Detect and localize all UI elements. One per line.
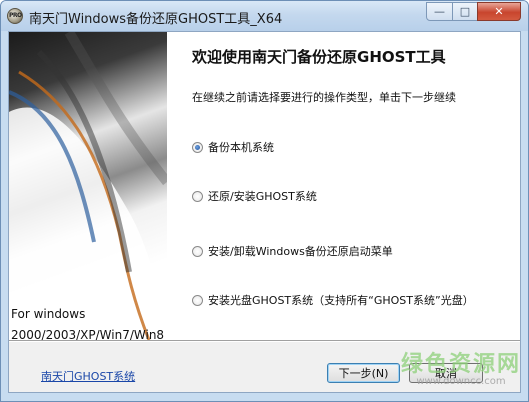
- option-restore-label: 还原/安装GHOST系统: [208, 190, 317, 203]
- supported-os-text: For windows 2000/2003/XP/Win7/Win8: [11, 304, 164, 340]
- next-button[interactable]: 下一步(N): [327, 363, 400, 383]
- app-window: PRO 南天门Windows备份还原GHOST工具_X64 — □ ✕ For …: [0, 0, 529, 402]
- wizard-side-banner: For windows 2000/2003/XP/Win7/Win8: [9, 32, 167, 340]
- minimize-button[interactable]: —: [426, 2, 453, 21]
- title-bar: PRO 南天门Windows备份还原GHOST工具_X64 — □ ✕: [1, 1, 528, 31]
- page-subtitle: 在继续之前请选择要进行的操作类型，单击下一步继续: [192, 91, 456, 104]
- maximize-icon: □: [459, 5, 471, 18]
- minimize-icon: —: [434, 5, 445, 18]
- maximize-button[interactable]: □: [452, 2, 478, 21]
- wizard-body: For windows 2000/2003/XP/Win7/Win8 欢迎使用南…: [8, 31, 521, 393]
- radio-boot-menu[interactable]: [192, 245, 203, 257]
- radio-backup[interactable]: [192, 141, 203, 153]
- radio-restore[interactable]: [192, 190, 203, 202]
- radio-cd-install[interactable]: [192, 294, 203, 306]
- option-boot-menu[interactable]: 安装/卸载Windows备份还原启动菜单: [192, 243, 393, 259]
- close-button[interactable]: ✕: [477, 2, 521, 21]
- option-boot-menu-label: 安装/卸载Windows备份还原启动菜单: [208, 245, 393, 258]
- ghost-system-link[interactable]: 南天门GHOST系统: [41, 368, 135, 384]
- wizard-content: 欢迎使用南天门备份还原GHOST工具 在继续之前请选择要进行的操作类型，单击下一…: [167, 32, 520, 340]
- app-logo-text: PRO: [9, 12, 22, 19]
- option-restore[interactable]: 还原/安装GHOST系统: [192, 188, 317, 204]
- option-cd-install[interactable]: 安装光盘GHOST系统（支持所有“GHOST系统”光盘）: [192, 292, 474, 308]
- close-icon: ✕: [494, 5, 504, 18]
- footer-divider: [9, 340, 520, 342]
- option-backup-label: 备份本机系统: [208, 141, 274, 154]
- cancel-button[interactable]: 取消: [409, 363, 483, 383]
- supported-os-line2: 2000/2003/XP/Win7/Win8: [11, 328, 165, 340]
- banner-artwork: [9, 32, 167, 340]
- option-backup[interactable]: 备份本机系统: [192, 139, 274, 155]
- app-logo-icon: PRO: [7, 8, 23, 24]
- page-title: 欢迎使用南天门备份还原GHOST工具: [192, 48, 446, 66]
- supported-os-line1: For windows: [11, 307, 86, 321]
- window-title: 南天门Windows备份还原GHOST工具_X64: [29, 12, 283, 27]
- option-cd-install-label: 安装光盘GHOST系统（支持所有“GHOST系统”光盘）: [208, 294, 474, 307]
